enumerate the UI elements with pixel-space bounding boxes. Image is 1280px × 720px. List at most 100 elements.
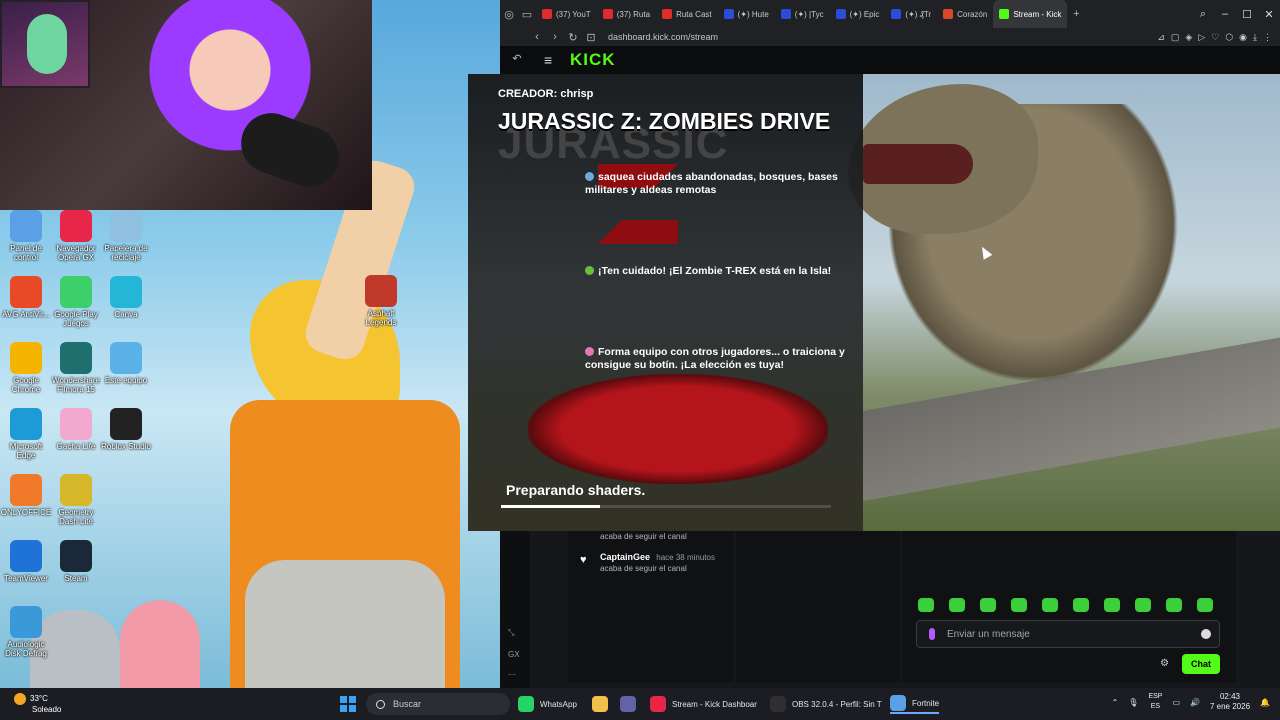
reload-icon[interactable]: ↻ xyxy=(564,31,582,44)
taskbar-app[interactable] xyxy=(592,694,614,714)
forward-icon[interactable]: › xyxy=(546,31,564,43)
collapse-icon[interactable]: ⤡ xyxy=(508,628,514,638)
desktop-icon[interactable]: Geometry Dash Lite xyxy=(50,474,102,526)
desktop-icon-label: Canva xyxy=(114,310,138,319)
browser-tab[interactable]: (✦) ₰Tr xyxy=(885,0,937,28)
volume-icon[interactable]: 🔊 xyxy=(1190,698,1200,707)
emote-icon[interactable] xyxy=(1166,598,1182,612)
back-icon[interactable]: ‹ xyxy=(528,31,546,43)
taskbar-search[interactable]: Buscar xyxy=(366,693,510,715)
desktop-icon[interactable]: AVG AntiVir... xyxy=(0,276,52,319)
taskbar-app[interactable]: OBS 32.0.4 - Perfil: Sin T xyxy=(770,694,882,714)
desktop-app-icon xyxy=(60,540,92,572)
shield-icon[interactable]: ◈ xyxy=(1185,32,1192,43)
snapshot-icon[interactable]: ▢ xyxy=(1171,32,1180,43)
browser-tab[interactable]: Stream - Kick xyxy=(993,0,1068,28)
chat-send-button[interactable]: Chat xyxy=(1182,654,1220,674)
emote-icon[interactable] xyxy=(1135,598,1151,612)
emote-icon[interactable] xyxy=(1073,598,1089,612)
loading-progress-fill xyxy=(501,505,600,508)
tab-favicon-icon xyxy=(542,9,552,19)
extensions-icon[interactable]: ⬡ xyxy=(1225,32,1233,43)
kick-logo[interactable]: KICK xyxy=(570,50,616,70)
minimize-icon[interactable]: – xyxy=(1214,8,1236,21)
desktop-icon[interactable]: Google Chrome xyxy=(0,342,52,394)
emote-icon[interactable] xyxy=(1104,598,1120,612)
player-icon[interactable]: ▷ xyxy=(1198,32,1205,43)
desktop-icon[interactable]: Papelera de reciclaje xyxy=(100,210,152,262)
back-arrow-icon[interactable]: ↶ xyxy=(508,52,526,65)
desktop-icon[interactable]: Canva xyxy=(100,276,152,319)
activity-username[interactable]: CaptainGee xyxy=(600,552,650,562)
desktop-icon[interactable]: Google Play Juegos xyxy=(50,276,102,328)
desktop-icon-label: Papelera de reciclaje xyxy=(104,244,148,262)
desktop-icon[interactable]: Panel de control xyxy=(0,210,52,262)
desktop-icon[interactable]: Asphalt Legends xyxy=(355,275,407,327)
mic-tray-icon[interactable]: 🎙 xyxy=(1128,698,1138,707)
tab-label: (✦) ₰Tr xyxy=(905,9,932,19)
heart-icon[interactable]: ♡ xyxy=(1211,32,1219,43)
workspaces-icon[interactable]: ▭ xyxy=(518,8,536,21)
emote-icon[interactable] xyxy=(1197,598,1213,612)
desktop-icon-label: Gacha Life xyxy=(56,442,96,451)
taskbar-app[interactable] xyxy=(620,694,642,714)
tray-chevron-icon[interactable]: ⌃ xyxy=(1112,698,1119,707)
emote-icon[interactable] xyxy=(980,598,996,612)
emote-icon[interactable] xyxy=(1042,598,1058,612)
browser-tab[interactable]: (37) Ruta xyxy=(597,0,656,28)
browser-tab[interactable]: Corazón xyxy=(937,0,993,28)
browser-tab[interactable]: (✦) |Tyc xyxy=(775,0,830,28)
emoji-icon[interactable] xyxy=(1201,629,1211,639)
desktop-icon[interactable]: Microsoft Edge xyxy=(0,408,52,460)
taskbar-app[interactable]: WhatsApp xyxy=(518,694,577,714)
taskbar-app-label: WhatsApp xyxy=(540,699,577,709)
browser-tab[interactable]: (✦) Epic xyxy=(830,0,886,28)
desktop-icon[interactable]: Este equipo xyxy=(100,342,152,385)
bookmark-icon[interactable]: ⊿ xyxy=(1157,32,1165,43)
desktop-icon[interactable]: TeamViewer xyxy=(0,540,52,583)
search-label: Buscar xyxy=(393,699,422,709)
weather-widget[interactable]: 33°C Soleado xyxy=(14,693,61,715)
rail-gx-label[interactable]: GX xyxy=(508,650,520,659)
network-icon[interactable]: ▭ xyxy=(1172,698,1180,707)
tab-label: (✦) Epic xyxy=(849,9,880,19)
emote-icon[interactable] xyxy=(949,598,965,612)
emote-icon[interactable] xyxy=(1011,598,1027,612)
taskbar-app[interactable]: Fortnite xyxy=(890,694,940,714)
profile-icon[interactable]: ◉ xyxy=(1239,32,1247,43)
opera-menu-icon[interactable]: ◎ xyxy=(500,8,518,21)
desktop-icon[interactable]: Wondershare Filmora 15 xyxy=(50,342,102,394)
desktop-icon[interactable]: Steam xyxy=(50,540,102,583)
desktop-icon[interactable]: Navegador Opera GX xyxy=(50,210,102,262)
new-tab-icon[interactable]: + xyxy=(1067,8,1085,20)
browser-tab[interactable]: Ruta Cast xyxy=(656,0,718,28)
close-icon[interactable]: ✕ xyxy=(1258,8,1280,21)
browser-tab[interactable]: (37) YouT xyxy=(536,0,597,28)
clock[interactable]: 02:43 7 ene 2026 xyxy=(1210,692,1250,712)
notification-icon[interactable]: 🔔 xyxy=(1260,698,1270,707)
mic-icon[interactable] xyxy=(929,628,935,640)
emote-icon[interactable] xyxy=(918,598,934,612)
browser-tab[interactable]: (✦) Hute xyxy=(718,0,775,28)
search-tabs-icon[interactable]: ⌕ xyxy=(1192,8,1214,21)
taskbar-app[interactable]: Stream - Kick Dashboar xyxy=(650,694,757,714)
desktop-icon[interactable]: Gacha Life xyxy=(50,408,102,451)
maximize-icon[interactable]: ☐ xyxy=(1236,8,1258,21)
url-field[interactable]: dashboard.kick.com/stream xyxy=(608,32,718,42)
desktop-icon[interactable]: Roblox Studio xyxy=(100,408,152,451)
activity-item: acaba de seguir el canal xyxy=(600,530,687,541)
hamburger-menu-icon[interactable]: ≡ xyxy=(544,52,552,68)
start-button[interactable] xyxy=(340,696,356,712)
menu-icon[interactable]: ⋮ xyxy=(1263,32,1272,43)
desktop-icon[interactable]: ONLYOFFICE xyxy=(0,474,52,517)
language-indicator[interactable]: ESP ES xyxy=(1148,692,1162,712)
loading-status: Preparando shaders. xyxy=(506,482,646,498)
chat-input[interactable]: Enviar un mensaje xyxy=(916,620,1220,648)
activity-item: ♥ CaptainGee hace 38 minutos acaba de se… xyxy=(580,552,715,573)
game-loading-screen: JURASSIC CREADOR: chrisp JURASSIC Z: ZOM… xyxy=(468,74,1280,531)
desktop-app-icon xyxy=(60,210,92,242)
gear-icon[interactable]: ⚙ xyxy=(1160,658,1169,669)
desktop-icon[interactable]: Audiologic Disk Defrag xyxy=(0,606,52,658)
more-icon[interactable]: ⋯ xyxy=(508,670,516,679)
download-icon[interactable]: ⤓ xyxy=(1253,32,1257,43)
